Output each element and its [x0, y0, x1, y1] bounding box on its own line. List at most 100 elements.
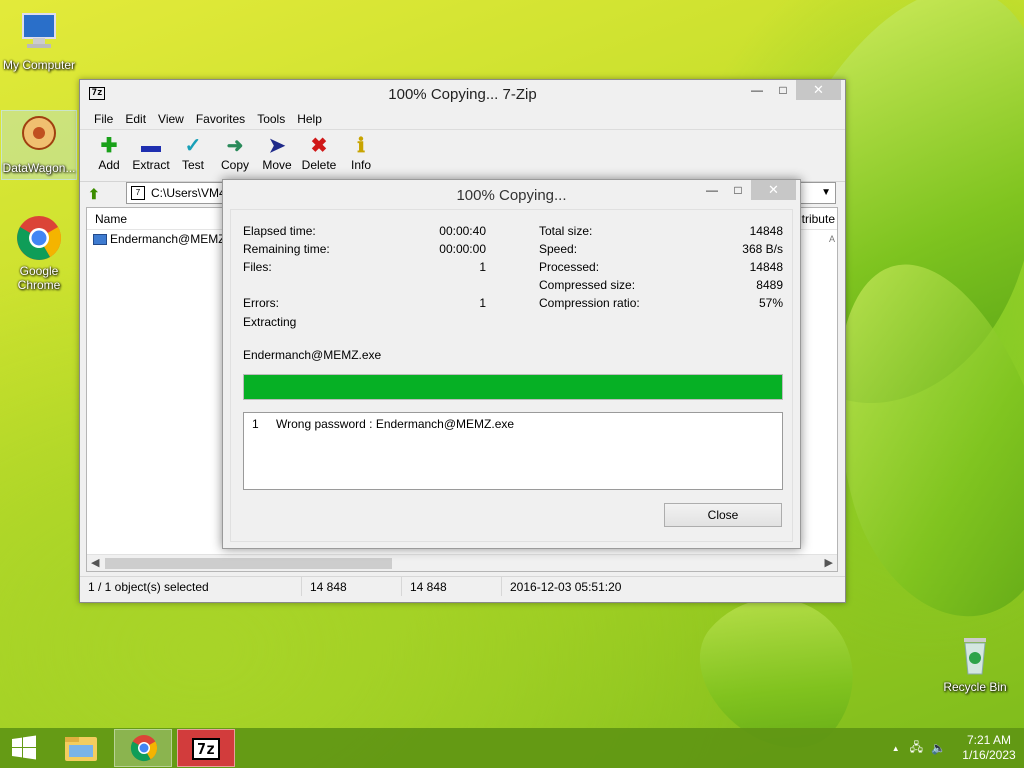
- close-button[interactable]: Close: [664, 503, 782, 527]
- desktop-icon-my-computer[interactable]: My Computer: [1, 8, 77, 72]
- system-tray: ▲ 🖧 🔈 7:21 AM 1/16/2023: [892, 728, 1024, 768]
- scroll-left-icon[interactable]: ◀: [91, 556, 99, 569]
- status-size: 14 848: [302, 577, 402, 596]
- chrome-icon: [130, 735, 158, 762]
- stat-label: Errors:: [243, 296, 279, 310]
- show-hidden-icons-icon[interactable]: ▲: [892, 744, 900, 753]
- message-row[interactable]: 1 Wrong password : Endermanch@MEMZ.exe: [252, 417, 514, 431]
- menu-tools[interactable]: Tools: [251, 112, 291, 126]
- chrome-icon: [15, 214, 63, 262]
- message-list[interactable]: 1 Wrong password : Endermanch@MEMZ.exe: [243, 412, 783, 490]
- info-button[interactable]: ℹ Info: [340, 130, 382, 181]
- move-label: Move: [262, 158, 292, 172]
- recycle-bin-icon: [951, 630, 999, 678]
- plus-icon: ✚: [100, 135, 118, 157]
- move-button[interactable]: ➤ Move: [256, 130, 298, 181]
- menu-help[interactable]: Help: [291, 112, 328, 126]
- computer-icon: [15, 8, 63, 56]
- file-explorer-taskbar-button[interactable]: [57, 729, 105, 767]
- message-text: Wrong password : Endermanch@MEMZ.exe: [276, 417, 515, 431]
- minus-icon: ▬: [141, 135, 161, 157]
- copy-label: Copy: [220, 158, 249, 172]
- desktop-icon-label: My Computer: [2, 58, 76, 72]
- progress-fill: [244, 375, 782, 399]
- address-bar: ⬆ 7 C:\Users\VM4\ ▼: [88, 182, 836, 206]
- operation-label: Extracting: [243, 315, 297, 329]
- seven-zip-taskbar-button[interactable]: 7z: [177, 729, 235, 767]
- add-button[interactable]: ✚ Add: [88, 130, 130, 181]
- clock[interactable]: 7:21 AM 1/16/2023: [954, 733, 1024, 763]
- stat-label: Speed:: [539, 242, 578, 256]
- status-packed: 14 848: [402, 577, 502, 596]
- info-label: Info: [350, 158, 371, 172]
- column-name[interactable]: Name: [87, 212, 227, 226]
- scroll-right-icon[interactable]: ▶: [825, 556, 833, 569]
- desktop-icon-datawagon[interactable]: DataWagon...: [1, 110, 77, 180]
- column-attributes[interactable]: tribute: [802, 212, 837, 226]
- desktop-icon-google-chrome[interactable]: Google Chrome: [1, 214, 77, 292]
- up-folder-icon[interactable]: ⬆: [88, 186, 106, 203]
- status-modified: 2016-12-03 05:51:20: [510, 580, 622, 594]
- x-icon: ✖: [310, 135, 328, 157]
- network-icon[interactable]: 🖧: [910, 738, 923, 759]
- exe-file-icon: [93, 233, 107, 245]
- stat-value: 1: [479, 296, 486, 310]
- current-file: Endermanch@MEMZ.exe: [243, 348, 382, 362]
- extract-button[interactable]: ▬ Extract: [130, 130, 172, 181]
- windows-logo-icon: [12, 735, 36, 760]
- seven-zip-icon: 7z: [192, 738, 220, 760]
- minimize-button[interactable]: —: [744, 80, 770, 100]
- info-icon: ℹ: [357, 135, 365, 157]
- stat-value: 14848: [749, 224, 783, 238]
- horizontal-scrollbar[interactable]: ◀ ▶: [87, 554, 837, 571]
- window-title: 100% Copying... 7-Zip: [388, 86, 537, 103]
- clock-date: 1/16/2023: [962, 748, 1016, 762]
- volume-icon[interactable]: 🔈: [931, 741, 946, 755]
- chevron-down-icon[interactable]: ▼: [821, 183, 831, 203]
- stat-label: Compressed size:: [539, 278, 636, 292]
- add-label: Add: [98, 158, 120, 172]
- check-icon: ✓: [184, 135, 202, 157]
- dialog-title-bar[interactable]: 100% Copying... — □ ✕: [223, 180, 800, 208]
- taskbar: 7z ▲ 🖧 🔈 7:21 AM 1/16/2023: [0, 728, 1024, 768]
- desktop-icon-recycle-bin[interactable]: Recycle Bin: [937, 630, 1013, 694]
- archive-icon: 7: [131, 186, 145, 200]
- status-bar: 1 / 1 object(s) selected 14 848 14 848 2…: [80, 576, 845, 596]
- test-button[interactable]: ✓ Test: [172, 130, 214, 181]
- dialog-minimize-button[interactable]: —: [699, 180, 725, 200]
- stat-value: 57%: [758, 296, 783, 310]
- datawagon-icon: [15, 111, 63, 159]
- stat-label: Processed:: [539, 260, 600, 274]
- start-button[interactable]: [0, 729, 48, 767]
- menu-file[interactable]: File: [88, 112, 119, 126]
- close-window-button[interactable]: ✕: [796, 80, 841, 100]
- delete-button[interactable]: ✖ Delete: [298, 130, 340, 181]
- folder-icon: [65, 737, 97, 761]
- menu-favorites[interactable]: Favorites: [190, 112, 251, 126]
- stat-label: Total size:: [539, 224, 593, 238]
- test-label: Test: [181, 158, 204, 172]
- message-number: 1: [252, 417, 259, 431]
- copy-button[interactable]: ➜ Copy: [214, 130, 256, 181]
- stat-label: Elapsed time:: [243, 224, 316, 238]
- stat-label: Compression ratio:: [539, 296, 640, 310]
- dialog-close-button[interactable]: ✕: [751, 180, 796, 200]
- menu-edit[interactable]: Edit: [119, 112, 152, 126]
- maximize-button[interactable]: □: [770, 80, 796, 100]
- scroll-thumb[interactable]: [105, 558, 392, 569]
- title-bar[interactable]: 7z 100% Copying... 7-Zip — □ ✕: [80, 80, 845, 108]
- stat-value: 14848: [749, 260, 783, 274]
- progress-dialog: 100% Copying... — □ ✕ Elapsed time: 00:0…: [222, 179, 801, 549]
- menu-view[interactable]: View: [152, 112, 190, 126]
- double-arrow-icon: ➜: [226, 135, 244, 157]
- arrow-right-icon: ➤: [268, 135, 286, 157]
- toolbar: ✚ Add ▬ Extract ✓ Test ➜ Copy ➤ Move ✖ D…: [80, 130, 845, 182]
- dialog-maximize-button[interactable]: □: [725, 180, 751, 200]
- file-attr: A: [828, 234, 835, 244]
- desktop-icon-label: DataWagon...: [2, 161, 76, 175]
- file-name: Endermanch@MEMZ: [110, 232, 226, 246]
- status-selected: 1 / 1 object(s) selected: [80, 577, 302, 596]
- stat-value: 368 B/s: [742, 242, 783, 256]
- stat-label: Remaining time:: [243, 242, 330, 256]
- chrome-taskbar-button[interactable]: [114, 729, 172, 767]
